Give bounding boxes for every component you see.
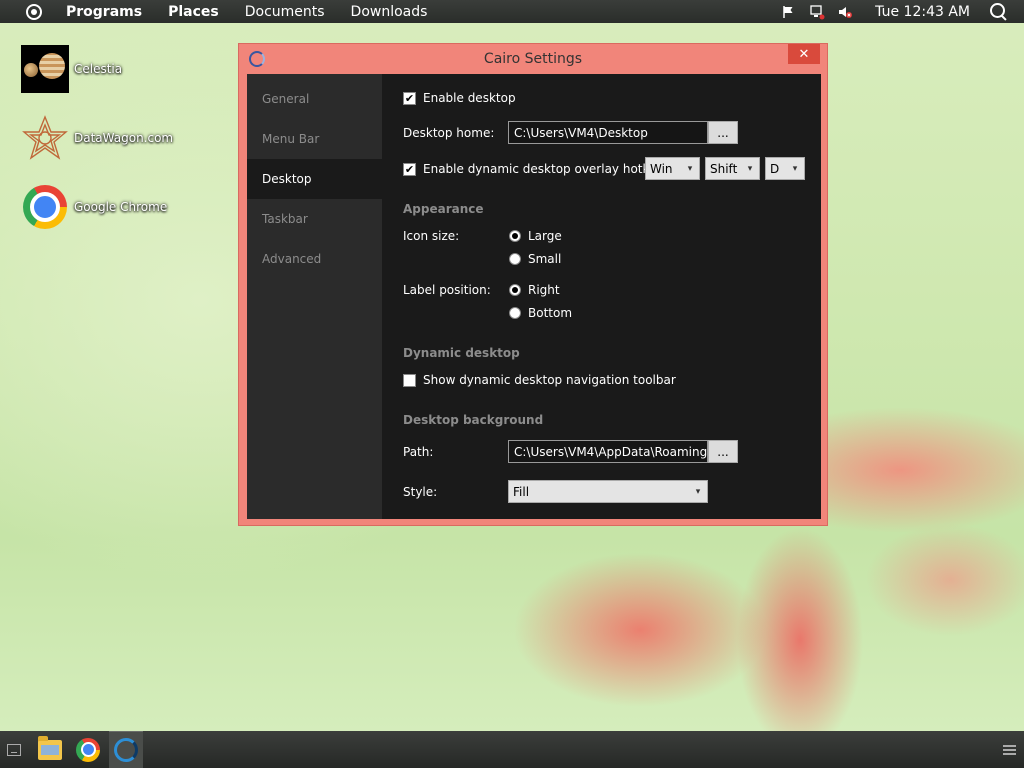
- window-title: Cairo Settings: [483, 51, 583, 67]
- celestia-icon: [21, 45, 69, 93]
- dynamic-toolbar-option[interactable]: Show dynamic desktop navigation toolbar: [403, 373, 676, 387]
- sidebar-item-taskbar[interactable]: Taskbar: [247, 199, 382, 239]
- window-titlebar[interactable]: Cairo Settings ✕: [239, 44, 827, 74]
- menu-programs[interactable]: Programs: [66, 4, 142, 20]
- enable-desktop-label: Enable desktop: [423, 91, 516, 105]
- hotkey-option[interactable]: ✔ Enable dynamic desktop overlay hotkey:: [403, 162, 667, 176]
- folder-icon: [38, 735, 62, 760]
- menu-places[interactable]: Places: [168, 4, 219, 20]
- enable-desktop-option[interactable]: ✔ Enable desktop: [403, 91, 516, 105]
- datawagon-star-icon: [21, 114, 69, 162]
- label-position-bottom-option[interactable]: Bottom: [509, 306, 572, 320]
- desktop-home-input[interactable]: C:\Users\VM4\Desktop: [508, 121, 708, 144]
- label-position-bottom-label: Bottom: [528, 306, 573, 320]
- icon-size-large-radio[interactable]: [509, 230, 521, 242]
- menu-bar: Programs Places Documents Downloads Tue …: [0, 0, 1024, 23]
- search-icon[interactable]: [988, 2, 1008, 22]
- taskbar-chrome[interactable]: [71, 731, 105, 768]
- network-icon[interactable]: [809, 4, 825, 20]
- hotkey-key-select[interactable]: D ▾: [765, 157, 805, 180]
- desktop-settings-panel: ✔ Enable desktop Desktop home: C:\Users\…: [382, 74, 821, 519]
- label-position-right-option[interactable]: Right: [509, 283, 560, 297]
- dynamic-toolbar-label: Show dynamic desktop navigation toolbar: [423, 373, 676, 387]
- desktop-icon-celestia[interactable]: Celestia: [21, 45, 122, 93]
- desktop-icon-label: DataWagon.com: [74, 131, 174, 145]
- dynamic-toolbar-checkbox[interactable]: [403, 373, 416, 387]
- hotkey-modifier1-select[interactable]: Win ▾: [645, 157, 700, 180]
- settings-sidebar: General Menu Bar Desktop Taskbar Advance…: [247, 74, 382, 519]
- hotkey-modifier2-select[interactable]: Shift ▾: [705, 157, 760, 180]
- sidebar-item-desktop[interactable]: Desktop: [247, 159, 382, 199]
- icon-size-large-option[interactable]: Large: [509, 229, 562, 243]
- appearance-heading: Appearance: [403, 202, 484, 216]
- enable-desktop-checkbox[interactable]: ✔: [403, 91, 416, 105]
- cairo-logo-icon: [114, 738, 138, 762]
- chevron-down-icon: ▾: [792, 163, 798, 174]
- taskbar-menu-icon[interactable]: [1003, 744, 1016, 755]
- icon-size-small-radio[interactable]: [509, 253, 521, 265]
- desktop-background-heading: Desktop background: [403, 413, 544, 427]
- menu-documents[interactable]: Documents: [245, 4, 325, 20]
- show-desktop-icon[interactable]: [7, 743, 21, 756]
- icon-size-small-option[interactable]: Small: [509, 252, 561, 266]
- path-label: Path:: [403, 445, 434, 459]
- volume-muted-icon[interactable]: [837, 4, 853, 20]
- desktop-home-browse-button[interactable]: ...: [708, 121, 738, 144]
- label-position-right-radio[interactable]: [509, 284, 521, 296]
- settings-window: Cairo Settings ✕ General Menu Bar Deskto…: [238, 43, 828, 526]
- label-position-label: Label position:: [403, 283, 491, 297]
- chevron-down-icon: ▾: [747, 163, 753, 174]
- sidebar-item-general[interactable]: General: [247, 79, 382, 119]
- hotkey-key-value: D: [770, 161, 780, 176]
- system-tray: Tue 12:43 AM: [781, 2, 1024, 22]
- cairo-menu-icon[interactable]: [26, 3, 42, 20]
- background-path-input[interactable]: C:\Users\VM4\AppData\Roaming\M: [508, 440, 708, 463]
- icon-size-small-label: Small: [528, 252, 562, 266]
- desktop-icon-label: Google Chrome: [74, 200, 168, 214]
- sidebar-item-menu-bar[interactable]: Menu Bar: [247, 119, 382, 159]
- taskbar: [0, 731, 1024, 768]
- taskbar-cairo-settings[interactable]: [109, 731, 143, 768]
- chrome-icon: [76, 737, 100, 762]
- background-path-browse-button[interactable]: ...: [708, 440, 738, 463]
- desktop-icon-chrome[interactable]: Google Chrome: [21, 183, 167, 231]
- taskbar-file-explorer[interactable]: [33, 731, 67, 768]
- background-style-select[interactable]: Fill ▾: [508, 480, 708, 503]
- sidebar-item-advanced[interactable]: Advanced: [247, 239, 382, 279]
- menu-downloads[interactable]: Downloads: [351, 4, 428, 20]
- desktop-icon-label: Celestia: [74, 62, 123, 76]
- desktop-icon-datawagon[interactable]: DataWagon.com: [21, 114, 173, 162]
- window-client: General Menu Bar Desktop Taskbar Advance…: [247, 74, 821, 519]
- clock[interactable]: Tue 12:43 AM: [875, 4, 970, 20]
- icon-size-label: Icon size:: [403, 229, 460, 243]
- desktop-home-label: Desktop home:: [403, 126, 495, 140]
- label-position-right-label: Right: [528, 283, 560, 297]
- close-button[interactable]: ✕: [788, 44, 820, 64]
- style-label: Style:: [403, 485, 438, 499]
- background-style-value: Fill: [513, 484, 530, 499]
- hotkey-modifier2-value: Shift: [710, 161, 738, 176]
- cairo-logo-icon: [249, 51, 265, 67]
- chevron-down-icon: ▾: [695, 486, 701, 497]
- action-center-flag-icon[interactable]: [781, 4, 797, 20]
- chevron-down-icon: ▾: [687, 163, 693, 174]
- hotkey-label: Enable dynamic desktop overlay hotkey:: [423, 162, 667, 176]
- icon-size-large-label: Large: [528, 229, 562, 243]
- hotkey-checkbox[interactable]: ✔: [403, 162, 416, 176]
- hotkey-modifier1-value: Win: [650, 161, 673, 176]
- chrome-icon: [21, 183, 69, 231]
- label-position-bottom-radio[interactable]: [509, 307, 521, 319]
- dynamic-desktop-heading: Dynamic desktop: [403, 346, 520, 360]
